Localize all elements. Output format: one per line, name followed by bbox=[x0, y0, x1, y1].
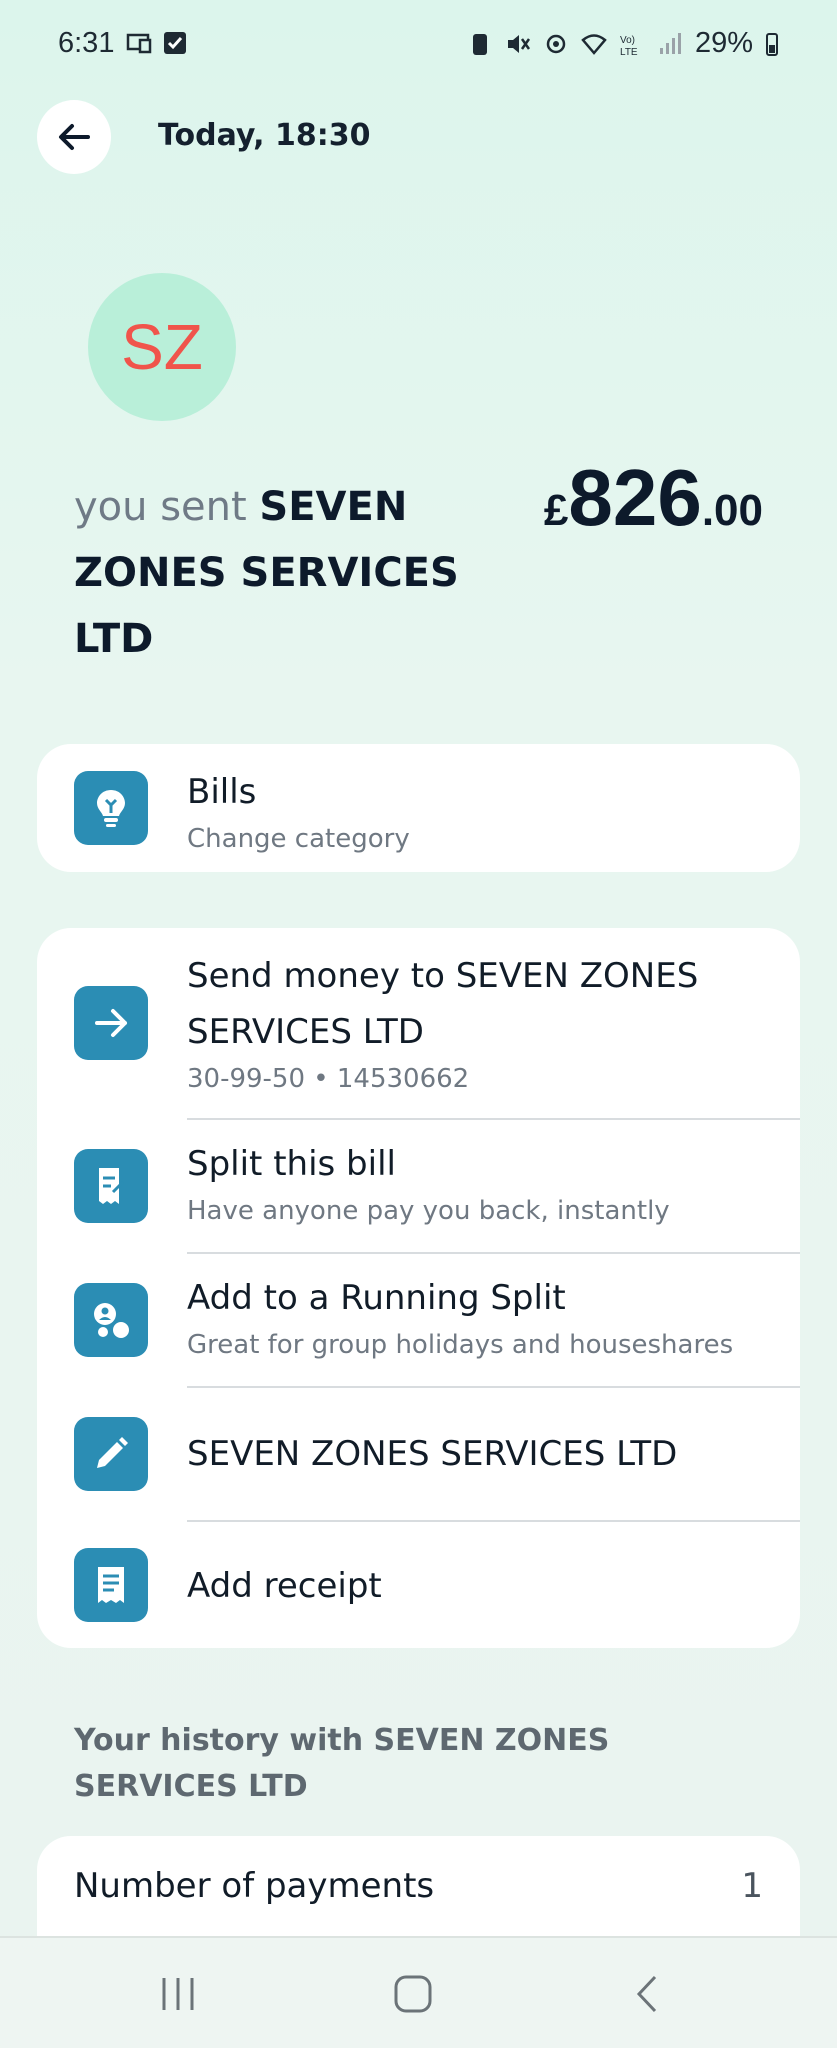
page-title: Today, 18:30 bbox=[158, 118, 371, 153]
group-icon bbox=[94, 1303, 129, 1338]
category-title: Bills bbox=[187, 772, 257, 812]
split-bill-row[interactable]: Split this bill Have anyone pay you back… bbox=[37, 1120, 800, 1252]
running-split-row[interactable]: Add to a Running Split Great for group h… bbox=[37, 1254, 800, 1386]
category-text: Bills Change category bbox=[187, 764, 770, 858]
category-card[interactable]: Bills Change category bbox=[37, 744, 800, 872]
change-category-link[interactable]: Change category bbox=[187, 820, 770, 858]
split-bill-icon bbox=[99, 1168, 125, 1204]
volte-icon: Vo)LTE bbox=[620, 35, 638, 57]
payments-count: 1 bbox=[741, 1866, 763, 1906]
split-bill-text: Split this bill Have anyone pay you back… bbox=[187, 1136, 770, 1230]
header: Today, 18:30 bbox=[0, 98, 837, 178]
battery-percent: 29% bbox=[694, 27, 753, 59]
signal-icon bbox=[659, 32, 681, 54]
avatar-initials: SZ bbox=[121, 311, 203, 383]
lightbulb-icon bbox=[97, 790, 125, 827]
pencil-icon bbox=[97, 1437, 128, 1468]
arrow-right-icon bbox=[95, 1009, 127, 1037]
running-split-subtitle: Great for group holidays and houseshares bbox=[187, 1330, 734, 1360]
send-money-text: Send money to SEVEN ZONES SERVICES LTD 3… bbox=[187, 948, 770, 1098]
payments-label: Number of payments bbox=[74, 1866, 435, 1906]
cast-icon bbox=[126, 33, 152, 54]
status-time: 6:31 bbox=[58, 27, 115, 59]
edit-name-text: SEVEN ZONES SERVICES LTD bbox=[187, 1426, 770, 1482]
svg-text:LTE: LTE bbox=[620, 47, 638, 57]
recent-apps-button[interactable] bbox=[148, 1968, 208, 2020]
category-icon-box bbox=[74, 771, 148, 845]
amount-currency: £ bbox=[543, 486, 569, 535]
edit-icon-box bbox=[74, 1417, 148, 1491]
transaction-amount: £826.00 bbox=[544, 452, 763, 544]
payee-avatar: SZ bbox=[88, 273, 236, 421]
system-back-button[interactable] bbox=[618, 1968, 678, 2020]
status-bar: 6:31 Vo) LTE 29% bbox=[0, 0, 837, 90]
running-split-title: Add to a Running Split bbox=[187, 1278, 566, 1318]
back-arrow-icon bbox=[59, 124, 90, 150]
transaction-description: you sent SEVEN ZONES SERVICES LTD bbox=[74, 474, 494, 672]
status-left-icons bbox=[126, 30, 188, 56]
chevron-left-icon bbox=[636, 1975, 657, 2013]
category-row[interactable]: Bills Change category bbox=[37, 744, 800, 872]
wifi-icon bbox=[581, 33, 607, 55]
send-icon-box bbox=[74, 986, 148, 1060]
edit-name-row[interactable]: SEVEN ZONES SERVICES LTD bbox=[37, 1388, 800, 1520]
split-icon-box bbox=[74, 1149, 148, 1223]
amount-integer: 826 bbox=[568, 453, 702, 542]
back-button[interactable] bbox=[37, 100, 111, 174]
custom-name-title: SEVEN ZONES SERVICES LTD bbox=[187, 1434, 678, 1474]
svg-text:Vo): Vo) bbox=[620, 35, 635, 46]
running-split-icon-box bbox=[74, 1283, 148, 1357]
actions-card: Send money to SEVEN ZONES SERVICES LTD 3… bbox=[37, 928, 800, 1648]
recents-icon bbox=[162, 1978, 194, 2010]
system-nav-bar bbox=[0, 1936, 837, 2048]
account-details: 30-99-50 • 14530662 bbox=[187, 1064, 470, 1094]
mute-icon bbox=[507, 34, 530, 53]
amount-decimal: .00 bbox=[701, 486, 763, 535]
history-heading: Your history with SEVEN ZONES SERVICES L… bbox=[74, 1723, 610, 1804]
split-bill-subtitle: Have anyone pay you back, instantly bbox=[187, 1196, 670, 1226]
battery-icon bbox=[766, 32, 778, 56]
home-icon bbox=[394, 1975, 432, 2013]
battery-saver-icon bbox=[472, 33, 487, 55]
status-right: Vo) LTE 29% bbox=[467, 27, 779, 60]
receipt-icon bbox=[98, 1567, 124, 1603]
sent-prefix: you sent bbox=[74, 484, 260, 530]
add-receipt-title: Add receipt bbox=[187, 1566, 382, 1606]
add-receipt-text: Add receipt bbox=[187, 1558, 770, 1614]
receipt-icon-box bbox=[74, 1548, 148, 1622]
hotspot-icon bbox=[546, 34, 566, 53]
running-split-text: Add to a Running Split Great for group h… bbox=[187, 1270, 770, 1364]
checkbox-icon bbox=[164, 32, 186, 54]
home-button[interactable] bbox=[383, 1968, 443, 2020]
add-receipt-row[interactable]: Add receipt bbox=[37, 1522, 800, 1648]
split-bill-title: Split this bill bbox=[187, 1144, 396, 1184]
send-money-row[interactable]: Send money to SEVEN ZONES SERVICES LTD 3… bbox=[37, 928, 800, 1118]
send-money-title: Send money to SEVEN ZONES SERVICES LTD bbox=[187, 956, 699, 1052]
